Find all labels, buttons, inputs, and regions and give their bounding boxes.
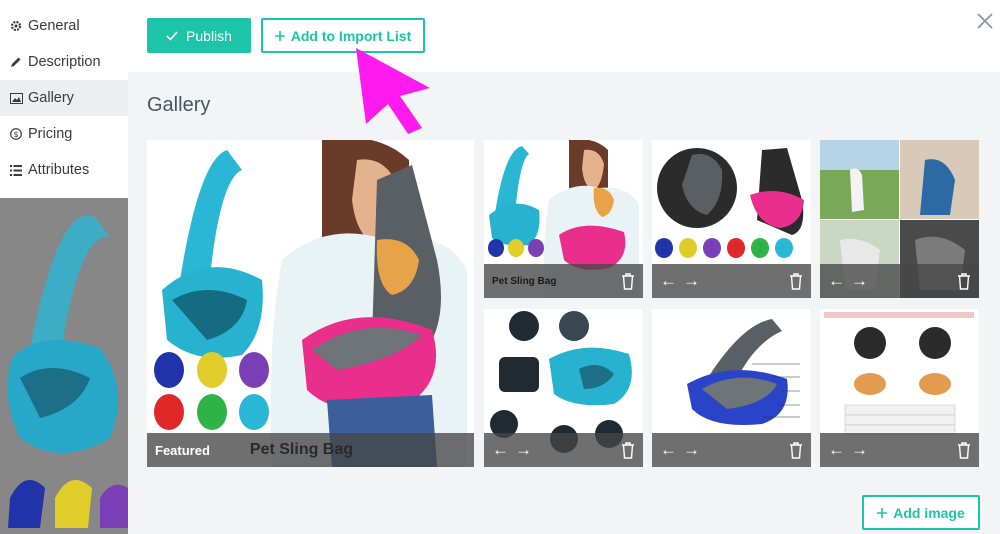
plus-icon (274, 28, 285, 44)
gallery-tile[interactable]: ←→ (484, 309, 643, 467)
gallery-tile[interactable]: ←→ (820, 140, 979, 298)
gallery-panel: Gallery Featured Pet Sling Bag Pet Sling… (128, 72, 1000, 534)
publish-button-label: Publish (186, 27, 232, 44)
trash-icon[interactable] (621, 442, 635, 459)
move-arrows-icon[interactable]: ←→ (660, 271, 706, 291)
featured-label: Featured (155, 442, 210, 458)
featured-caption: Pet Sling Bag (249, 441, 354, 458)
move-arrows-icon[interactable]: ←→ (828, 271, 874, 291)
sidebar-item-label: Description (28, 54, 101, 70)
featured-image (147, 140, 474, 467)
sidebar-item-gallery[interactable]: Gallery (0, 80, 128, 116)
sidebar-item-label: Pricing (28, 126, 73, 142)
image-icon (9, 91, 23, 105)
sidebar-item-pricing[interactable]: $ Pricing (0, 116, 128, 152)
sidebar-item-attributes[interactable]: Attributes (0, 152, 128, 188)
import-button-label: Add to Import List (290, 27, 412, 44)
tile-toolbar: ←→ (484, 433, 643, 467)
trash-icon[interactable] (789, 273, 803, 290)
trash-icon[interactable] (957, 273, 971, 290)
move-arrows-icon[interactable]: ←→ (660, 440, 706, 460)
plus-icon (877, 505, 888, 521)
tile-toolbar: Featured Pet Sling Bag (147, 433, 474, 467)
gallery-tile[interactable]: ←→ (652, 309, 811, 467)
tile-toolbar: Pet Sling Bag (484, 264, 643, 298)
toolbar: Publish Add to Import List (128, 0, 1000, 72)
close-icon[interactable] (974, 10, 996, 32)
gallery-tile[interactable]: ←→ (820, 309, 979, 467)
move-arrows-icon[interactable]: ←→ (828, 440, 874, 460)
sidebar-item-label: General (28, 18, 80, 34)
gallery-tile[interactable]: Pet Sling Bag (484, 140, 643, 298)
add-image-label: Add image (893, 504, 965, 521)
gear-icon (9, 19, 23, 33)
dollar-circle-icon: $ (9, 127, 23, 141)
tile-toolbar: ←→ (820, 264, 979, 298)
sidebar-item-description[interactable]: Description (0, 44, 128, 80)
sidebar-item-label: Attributes (28, 162, 90, 178)
gallery-tile[interactable]: ←→ (652, 140, 811, 298)
list-icon (9, 163, 23, 177)
sidebar: General Description Gallery $ Pricing At… (0, 0, 128, 534)
svg-text:$: $ (13, 130, 18, 139)
sidebar-item-label: Gallery (28, 90, 74, 106)
page-title: Gallery (147, 94, 211, 116)
gallery-tile-featured[interactable]: Featured Pet Sling Bag (147, 140, 474, 467)
add-image-button[interactable]: Add image (862, 495, 980, 530)
trash-icon[interactable] (957, 442, 971, 459)
tile-caption: Pet Sling Bag (492, 275, 557, 287)
trash-icon[interactable] (621, 273, 635, 290)
pencil-icon (9, 55, 23, 69)
trash-icon[interactable] (789, 442, 803, 459)
publish-button[interactable]: Publish (147, 18, 251, 53)
pointer-arrow-icon (356, 48, 430, 134)
tile-toolbar: ←→ (652, 433, 811, 467)
sidebar-image-preview (0, 198, 128, 534)
check-icon (166, 28, 178, 44)
move-arrows-icon[interactable]: ←→ (492, 440, 538, 460)
sidebar-item-general[interactable]: General (0, 8, 128, 44)
tile-toolbar: ←→ (820, 433, 979, 467)
tile-toolbar: ←→ (652, 264, 811, 298)
